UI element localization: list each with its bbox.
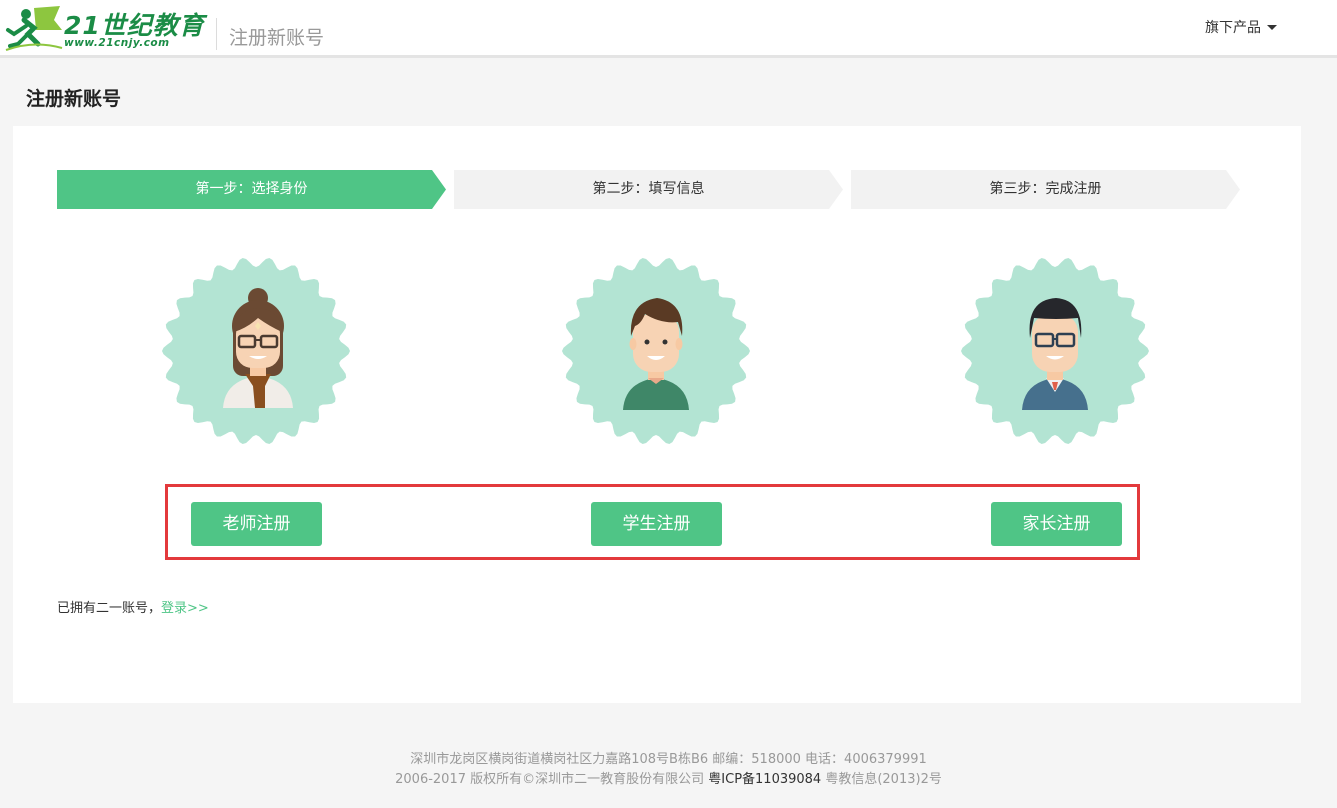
student-register-button[interactable]: 学生注册 bbox=[591, 502, 722, 546]
step-2-label: 第二步：填写信息 bbox=[592, 181, 705, 197]
footer-icp-link[interactable]: 粤ICP备11039084 bbox=[708, 772, 821, 787]
footer-copyright-line: 2006-2017 版权所有©深圳市二一教育股份有限公司 粤ICP备110390… bbox=[0, 770, 1337, 790]
step-1-select-identity: 第一步：选择身份 bbox=[57, 170, 446, 209]
student-avatar-icon bbox=[562, 257, 750, 445]
caret-down-icon bbox=[1267, 24, 1277, 30]
runner-logo-icon bbox=[5, 6, 63, 51]
products-menu[interactable]: 旗下产品 bbox=[1205, 17, 1277, 37]
page-title: 注册新账号 bbox=[26, 88, 122, 110]
footer-address: 深圳市龙岗区横岗街道横岗社区力嘉路108号B栋B6 邮编：518000 电话：4… bbox=[410, 752, 927, 767]
step-3-complete: 第三步：完成注册 bbox=[851, 170, 1240, 209]
footer-copyright: 2006-2017 版权所有©深圳市二一教育股份有限公司 bbox=[395, 772, 705, 787]
login-prompt-text: 已拥有二一账号， bbox=[57, 601, 162, 616]
step-1-label: 第一步：选择身份 bbox=[195, 181, 308, 197]
step-2-fill-info: 第二步：填写信息 bbox=[454, 170, 843, 209]
parent-register-button[interactable]: 家长注册 bbox=[991, 502, 1122, 546]
footer-license: 粤教信息(2013)2号 bbox=[825, 772, 942, 787]
top-header: 21世纪教育 www.21cnjy.com 注册新账号 旗下产品 bbox=[0, 0, 1337, 58]
step-3-label: 第三步：完成注册 bbox=[989, 181, 1102, 197]
logo-url: www.21cnjy.com bbox=[64, 37, 170, 49]
footer: 深圳市龙岗区横岗街道横岗社区力嘉路108号B栋B6 邮编：518000 电话：4… bbox=[0, 750, 1337, 790]
site-logo[interactable]: 21世纪教育 www.21cnjy.com bbox=[4, 4, 210, 52]
header-divider bbox=[216, 18, 217, 50]
teacher-register-button[interactable]: 老师注册 bbox=[191, 502, 322, 546]
parent-avatar-icon bbox=[961, 257, 1149, 445]
teacher-avatar-icon bbox=[162, 257, 350, 445]
login-prompt: 已拥有二一账号，登录>> bbox=[57, 597, 209, 616]
header-title: 注册新账号 bbox=[229, 27, 325, 49]
login-link[interactable]: 登录>> bbox=[161, 601, 209, 616]
products-menu-label: 旗下产品 bbox=[1205, 20, 1261, 36]
